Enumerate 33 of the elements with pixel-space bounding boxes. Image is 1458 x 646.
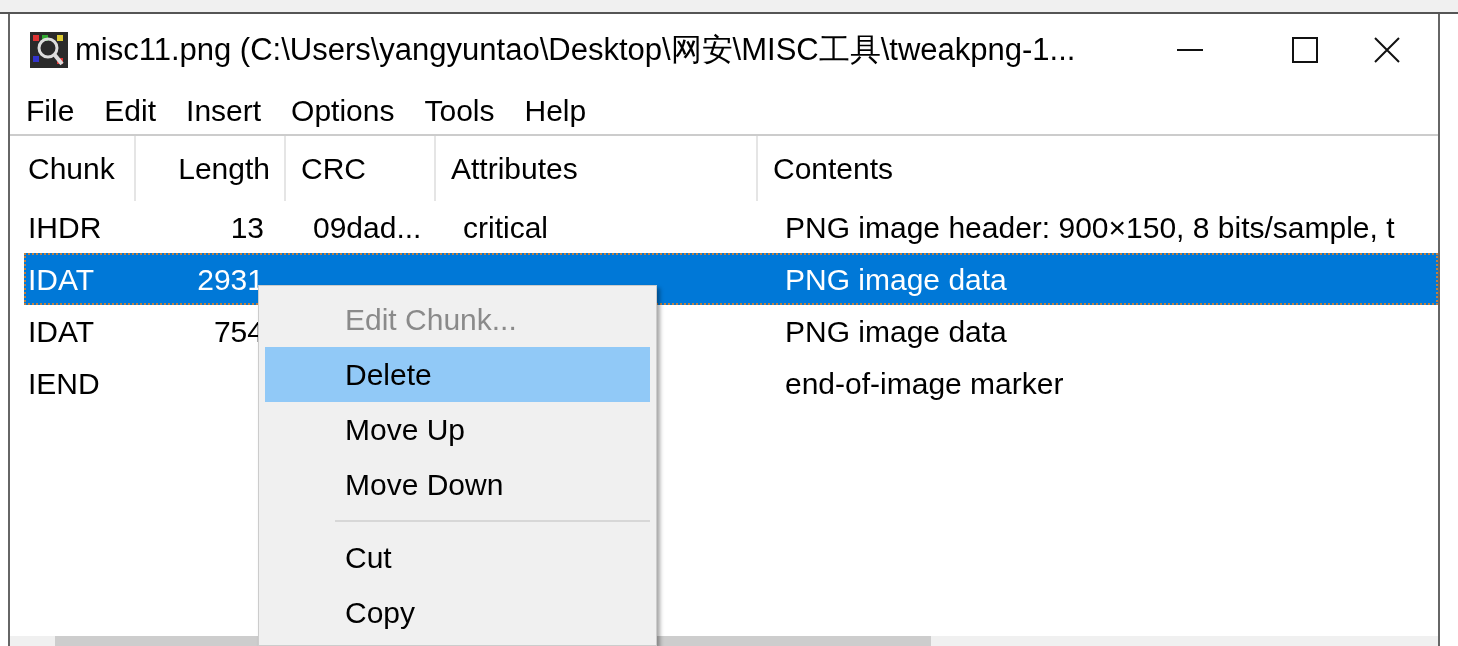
table-cell-text: PNG image data bbox=[785, 261, 1007, 298]
context-menu-item[interactable]: Move Down bbox=[265, 457, 650, 512]
maximize-icon bbox=[1291, 37, 1318, 63]
table-cell-text: 09dad... bbox=[313, 209, 422, 246]
context-menu-item[interactable]: Copy bbox=[265, 585, 650, 640]
menu-item[interactable]: Insert bbox=[182, 87, 266, 133]
close-icon bbox=[1374, 37, 1400, 63]
column-header[interactable]: Attributes bbox=[451, 146, 578, 191]
table-cell-text: critical bbox=[463, 209, 548, 246]
table-cell-text: PNG image data bbox=[785, 313, 1007, 350]
table-cell-text: IDAT bbox=[28, 261, 95, 298]
column-header[interactable]: CRC bbox=[301, 146, 366, 191]
menu-item[interactable]: Help bbox=[520, 87, 591, 133]
table-cell-text: IHDR bbox=[28, 209, 102, 246]
menu-item[interactable]: Edit bbox=[100, 87, 161, 133]
column-header[interactable]: Length bbox=[178, 146, 270, 191]
menu-item[interactable]: File bbox=[22, 87, 79, 133]
context-menu-item[interactable]: Cut bbox=[265, 530, 650, 585]
table-cell-text: IDAT bbox=[28, 313, 95, 350]
context-menu-item[interactable]: Delete bbox=[265, 347, 650, 402]
window-title: misc11.png (C:\Users\yangyuntao\Desktop\网安\MISC工具\tweakpng-1... bbox=[75, 30, 1076, 69]
table-cell-text: end-of-image marker bbox=[785, 365, 1064, 402]
table-cell-text: IEND bbox=[28, 365, 100, 402]
column-header[interactable]: Contents bbox=[773, 146, 894, 191]
menu-item[interactable]: Options bbox=[287, 87, 399, 133]
table-cell-text: PNG image header: 900×150, 8 bits/sample, t bbox=[785, 209, 1395, 246]
column-header[interactable]: Chunk bbox=[28, 146, 115, 191]
table-cell-text: 2931 bbox=[197, 261, 264, 298]
table-cell-text: 13 bbox=[230, 209, 264, 246]
app-icon bbox=[30, 32, 68, 68]
menu-item[interactable]: Tools bbox=[420, 87, 499, 133]
context-menu-item[interactable]: Move Up bbox=[265, 402, 650, 457]
minimize-icon bbox=[1176, 49, 1203, 51]
